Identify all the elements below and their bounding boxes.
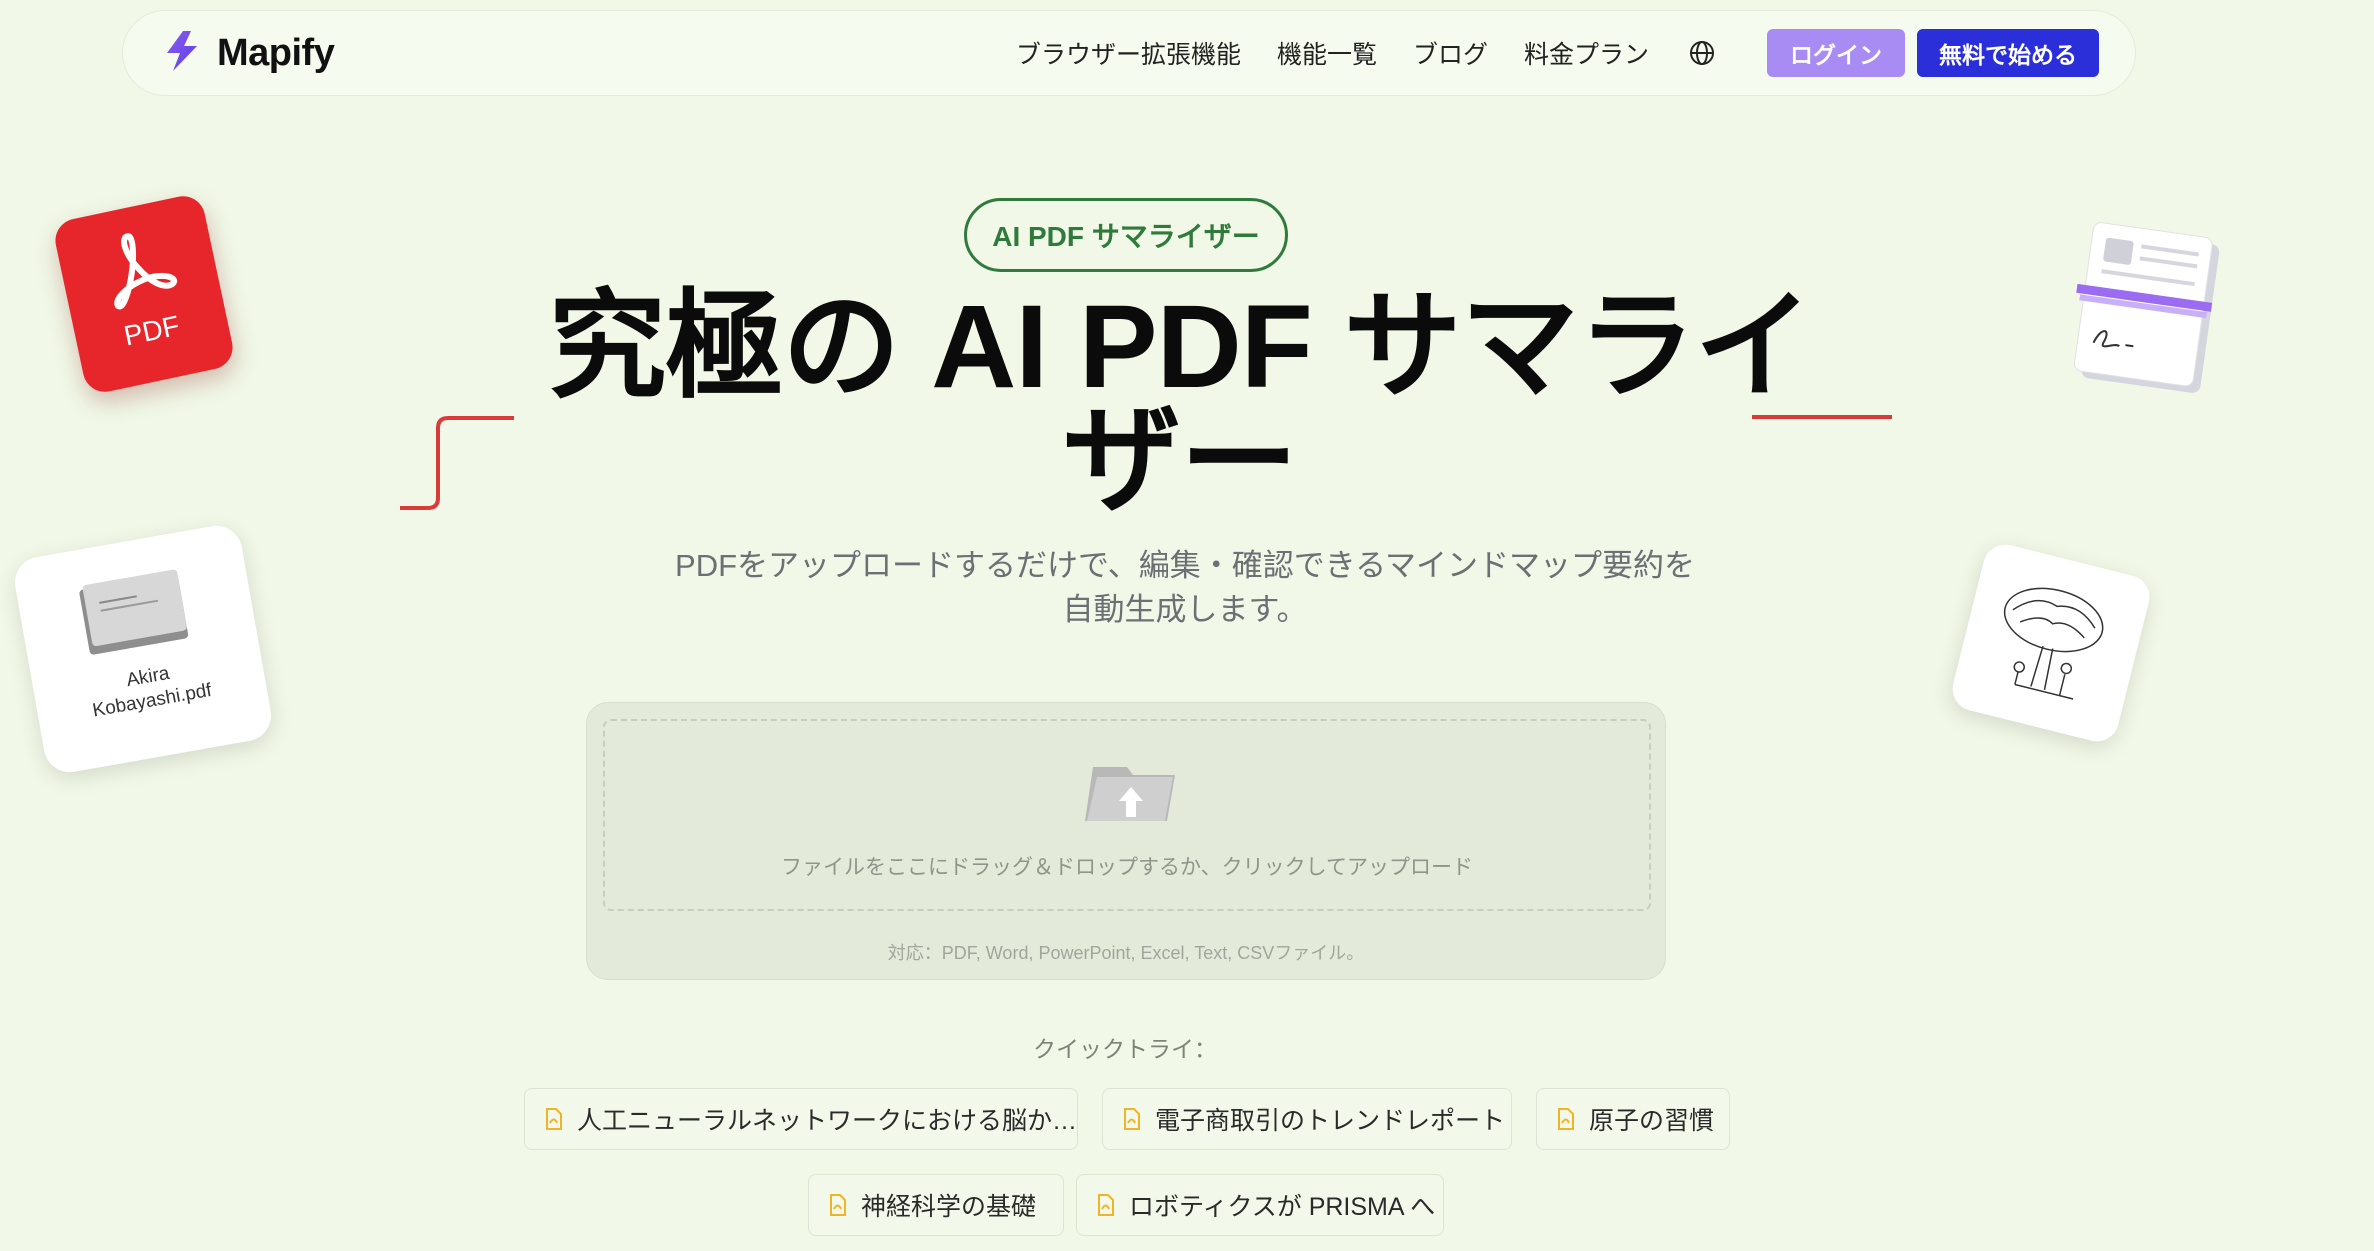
- quick-try-item-label: ロボティクスが PRISMA へ: [1129, 1193, 1436, 1221]
- file-drop-zone[interactable]: ファイルをここにドラッグ＆ドロップするか、クリックしてアップロード: [603, 719, 1651, 911]
- page-subtitle: PDFをアップロードするだけで、編集・確認できるマインドマップ要約を 自動生成し…: [580, 544, 1790, 632]
- drop-zone-instructions: ファイルをここにドラッグ＆ドロップするか、クリックしてアップロード: [781, 856, 1473, 879]
- quick-try-item[interactable]: 人工ニューラルネットワークにおける脳か…: [524, 1088, 1078, 1150]
- quick-try-item-label: 電子商取引のトレンドレポート: [1155, 1107, 1506, 1135]
- brand-logo[interactable]: Mapify: [159, 28, 335, 79]
- nav-link-browser-extension[interactable]: ブラウザー拡張機能: [1016, 35, 1241, 71]
- globe-icon[interactable]: [1687, 38, 1717, 68]
- quick-try-label: クイックトライ：: [1033, 1036, 1217, 1062]
- quick-try-item-label: 原子の習慣: [1589, 1107, 1715, 1135]
- hero-badge: AI PDF サマライザー: [964, 198, 1288, 272]
- nav-link-pricing[interactable]: 料金プラン: [1524, 35, 1649, 71]
- nav-link-features[interactable]: 機能一覧: [1277, 35, 1377, 71]
- upload-folder-icon: [1083, 763, 1179, 828]
- tree-illustration-card: [1947, 539, 2155, 747]
- start-free-button[interactable]: 無料で始める: [1917, 29, 2099, 77]
- top-navigation: Mapify ブラウザー拡張機能 機能一覧 ブログ 料金プラン ログイン 無料で…: [122, 10, 2136, 96]
- subtitle-line-1: PDFをアップロードするだけで、編集・確認できるマインドマップ要約を: [675, 548, 1695, 583]
- nav-link-blog[interactable]: ブログ: [1413, 35, 1488, 71]
- page-title-line-2: ザー: [1062, 395, 1298, 527]
- login-button[interactable]: ログイン: [1767, 29, 1905, 77]
- pdf-file-icon: [829, 1194, 847, 1216]
- decorative-line-left: [400, 416, 514, 510]
- pdf-file-icon: [1097, 1194, 1115, 1216]
- quick-try-item-label: 人工ニューラルネットワークにおける脳か…: [577, 1107, 1078, 1135]
- quick-try-item[interactable]: 電子商取引のトレンドレポート: [1102, 1088, 1512, 1150]
- sample-file-name: Akira Kobayashi.pdf: [33, 646, 268, 733]
- subtitle-line-2: 自動生成します。: [1062, 592, 1308, 627]
- document-thumbnail-icon: [79, 569, 189, 655]
- quick-try-item[interactable]: 神経科学の基礎: [808, 1174, 1064, 1236]
- pdf-app-tile: PDF: [51, 192, 237, 396]
- upload-panel: ファイルをここにドラッグ＆ドロップするか、クリックしてアップロード 対応：PDF…: [586, 702, 1666, 980]
- sample-file-card: Akira Kobayashi.pdf: [10, 521, 276, 777]
- quick-try-item[interactable]: ロボティクスが PRISMA へ: [1076, 1174, 1444, 1236]
- quick-try-item[interactable]: 原子の習慣: [1536, 1088, 1730, 1150]
- signed-document-illustration: [2068, 222, 2228, 406]
- page-title-line-1: 究極の AI PDF サマライ: [548, 281, 1812, 413]
- quick-try-item-label: 神経科学の基礎: [861, 1193, 1037, 1221]
- pdf-file-icon: [545, 1108, 563, 1130]
- pdf-file-icon: [1557, 1108, 1575, 1130]
- brand-name: Mapify: [217, 31, 335, 74]
- pdf-tile-label: PDF: [121, 309, 183, 352]
- supported-formats: 対応：PDF, Word, PowerPoint, Excel, Text, C…: [887, 943, 1365, 963]
- nav-links: ブラウザー拡張機能 機能一覧 ブログ 料金プラン ログイン 無料で始める: [980, 29, 2099, 77]
- lightning-bolt-icon: [159, 28, 205, 79]
- pdf-file-icon: [1123, 1108, 1141, 1130]
- acrobat-icon: [114, 233, 178, 310]
- tree-sketch-icon: [2003, 587, 2104, 700]
- page-title: 究極の AI PDF サマライ ザー: [530, 281, 1830, 527]
